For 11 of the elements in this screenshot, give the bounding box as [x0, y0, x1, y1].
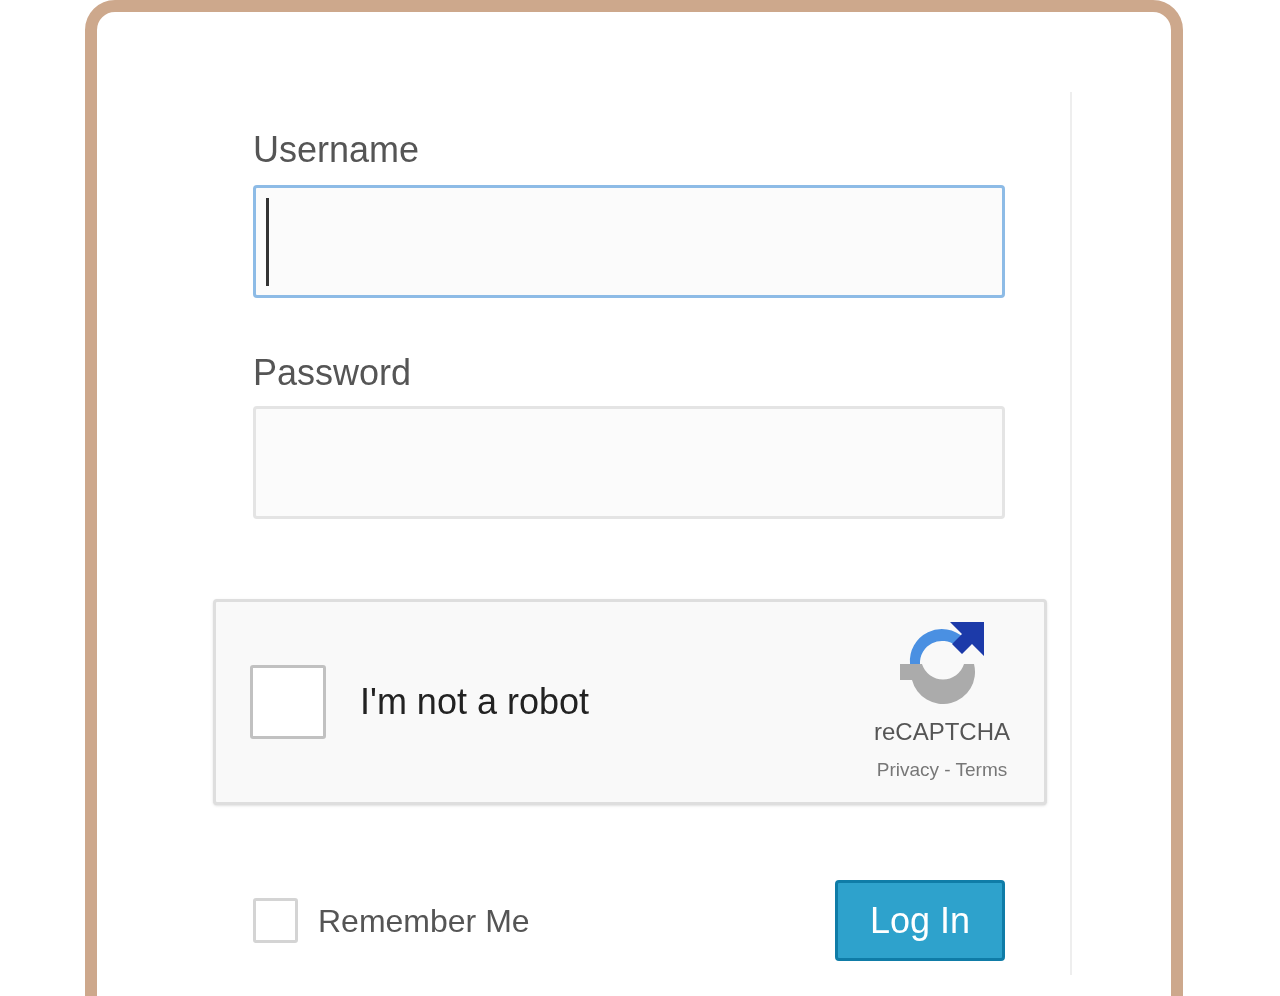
field-label: Password [253, 351, 413, 395]
checkbox-label[interactable]: Remember Me [318, 896, 530, 945]
recaptcha-brand: reCAPTCHA [873, 716, 1010, 747]
recaptcha-logo-icon [900, 619, 984, 704]
captcha-label: I'm not a robot [360, 680, 589, 724]
checkbox[interactable] [250, 665, 326, 739]
field-label: Username [253, 128, 421, 172]
input-field[interactable] [253, 185, 1005, 298]
login-button[interactable]: Log In [835, 880, 1005, 961]
checkbox[interactable] [253, 898, 298, 943]
privacy-terms-links[interactable]: Privacy - Terms [876, 755, 1008, 785]
